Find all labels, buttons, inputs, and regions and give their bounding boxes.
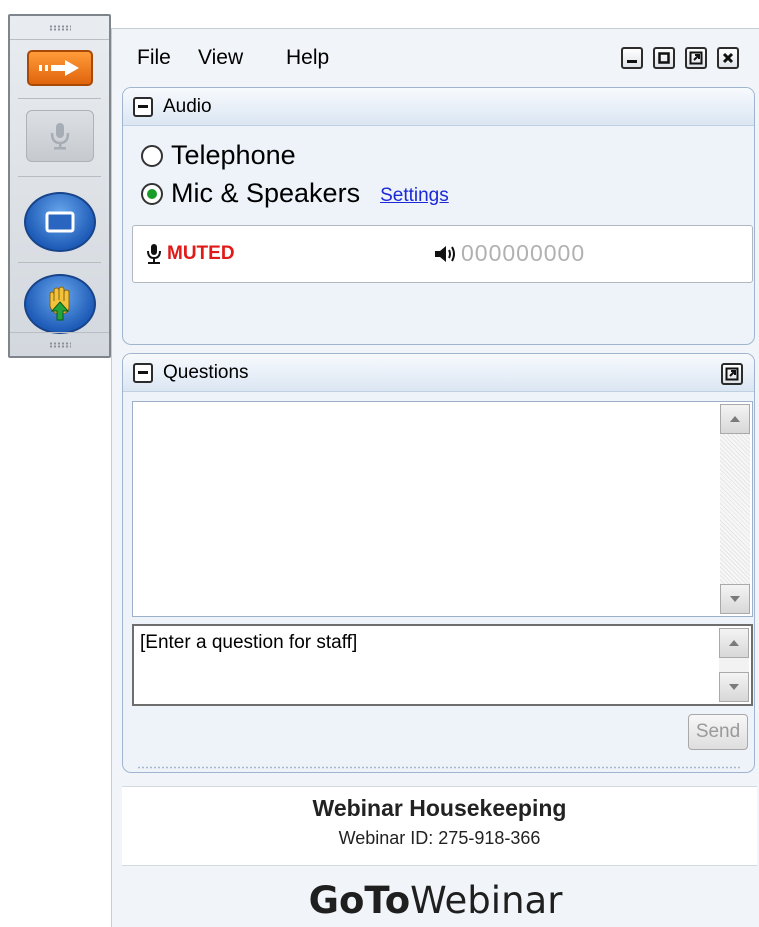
brand-light: Webinar [410,879,563,922]
input-scroll-up-button[interactable] [719,628,749,658]
microphone-icon [50,123,69,150]
raise-hand-button[interactable] [23,274,96,334]
show-panel-arrow-icon [38,60,79,76]
audio-pane-header: Audio [123,88,754,126]
questions-popout-button[interactable] [721,363,743,385]
popout-button[interactable] [685,47,707,69]
questions-pane-title: Questions [163,362,249,383]
popout-icon [725,367,739,381]
maximize-button[interactable] [653,47,675,69]
question-input[interactable]: [Enter a question for staff] [132,624,753,706]
mic-speakers-option[interactable]: Mic & Speakers Settings [141,178,449,209]
brand-bold: GoTo [308,879,411,922]
gotowebinar-logo: GoToWebinar [112,879,759,922]
show-panel-button[interactable] [26,50,93,86]
audio-level-meter: 000000000 [433,240,585,267]
telephone-label: Telephone [171,140,296,170]
menu-help[interactable]: Help [286,46,329,70]
pane-resize-grip[interactable] [137,766,740,769]
questions-collapse-button[interactable] [133,363,153,383]
questions-pane: Questions [Enter a question for staff] S… [122,353,755,773]
level-meter-dots: 000000000 [461,240,586,266]
grab-tab-top-grip[interactable] [10,16,109,40]
grab-tab-bottom-grip[interactable] [10,332,109,356]
scroll-up-icon [729,640,739,646]
question-input-placeholder: [Enter a question for staff] [140,632,358,653]
input-scroll-down-button[interactable] [719,672,749,702]
audio-pane-title: Audio [163,96,212,117]
close-icon [722,52,734,64]
grab-tab [8,14,111,358]
questions-pane-header: Questions [123,354,754,392]
control-panel: File View Help Audio Telephone Mic & Spe… [111,28,759,927]
scroll-down-button[interactable] [720,584,750,614]
scroll-up-icon [730,416,740,422]
telephone-option[interactable]: Telephone [141,140,296,171]
question-input-scrollbar[interactable] [719,628,749,702]
popout-icon [689,51,703,65]
menu-view[interactable]: View [198,46,243,70]
audio-pane: Audio Telephone Mic & Speakers Settings … [122,87,755,345]
scroll-down-icon [729,684,739,690]
speaker-icon [435,245,455,262]
close-button[interactable] [717,47,739,69]
minimize-button[interactable] [621,47,643,69]
maximize-icon [658,52,670,64]
audio-status-box: MUTED 000000000 [132,225,753,283]
questions-log-scrollbar[interactable] [720,404,750,614]
menu-file[interactable]: File [137,46,171,70]
webinar-title: Webinar Housekeeping [312,795,567,821]
mute-button[interactable] [25,110,94,162]
muted-label: MUTED [167,243,235,264]
raise-hand-icon [49,286,69,321]
microphone-icon [147,244,161,264]
webinar-info: Webinar Housekeeping Webinar ID: 275-918… [122,786,757,866]
mute-status[interactable]: MUTED [145,243,235,265]
webinar-id: Webinar ID: 275-918-366 [338,828,541,848]
questions-log[interactable] [132,401,753,617]
menu-bar: File View Help [112,29,759,87]
scroll-down-icon [730,596,740,602]
settings-link[interactable]: Settings [380,185,449,207]
scroll-up-button[interactable] [720,404,750,434]
send-button[interactable]: Send [688,714,748,750]
screen-icon [45,211,74,233]
show-screen-button[interactable] [23,192,96,252]
audio-collapse-button[interactable] [133,97,153,117]
mic-speakers-label: Mic & Speakers [171,178,361,208]
mic-speakers-radio[interactable] [141,182,163,205]
telephone-radio[interactable] [141,144,163,167]
minimize-icon [627,60,637,63]
